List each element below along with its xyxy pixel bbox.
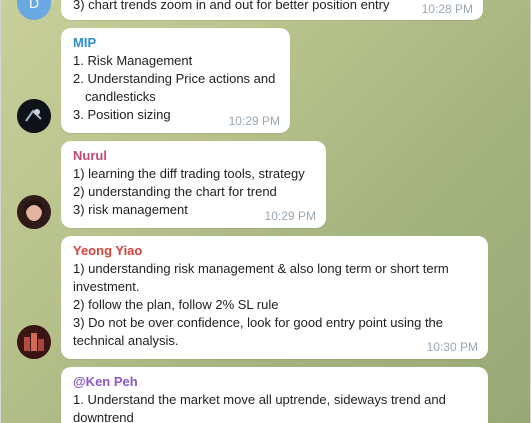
message-line: 2. Understanding Price actions and — [73, 71, 276, 86]
message-line: technical analysis. — [73, 333, 179, 348]
avatar[interactable] — [17, 325, 51, 359]
avatar-image-icon — [17, 195, 51, 229]
sender-name: @Ken Peh — [73, 374, 138, 389]
message-line: 3) chart trends zoom in and out for bett… — [73, 0, 390, 12]
chat-message-list: D 3) chart trends zoom in and out for be… — [1, 0, 531, 423]
message-line: 1) learning the diff trading tools, stra… — [73, 166, 305, 181]
message-line: 1. Risk Management — [73, 53, 193, 68]
avatar[interactable]: D — [17, 0, 51, 20]
sender-name: MIP — [73, 35, 97, 50]
avatar-letter: D — [28, 0, 40, 11]
avatar-image-icon — [17, 99, 51, 133]
avatar[interactable] — [17, 99, 51, 133]
message-bubble[interactable]: @Ken Peh 1. Understand the market move a… — [61, 367, 488, 423]
message-line: 2) follow the plan, follow 2% SL rule — [73, 297, 279, 312]
message-line: 1. Understand the market move all uptren… — [73, 392, 446, 407]
message-line: 2) understanding the chart for trend — [73, 184, 277, 199]
message-bubble[interactable]: Yeong Yiao 1) understanding risk managem… — [61, 236, 488, 359]
message-timestamp: 10:29 PM — [228, 114, 280, 128]
message-line: 3) Do not be over confidence, look for g… — [73, 315, 444, 330]
message-timestamp: 10:28 PM — [421, 2, 473, 16]
message-bubble[interactable]: MIP 1. Risk Management 2. Understanding … — [61, 28, 290, 133]
avatar-image-icon — [17, 325, 51, 359]
message-bubble[interactable]: 3) chart trends zoom in and out for bett… — [61, 0, 483, 20]
sender-name: Yeong Yiao — [73, 243, 143, 258]
message-timestamp: 10:30 PM — [426, 340, 478, 354]
message-line: downtrend — [73, 410, 134, 423]
message-timestamp: 10:29 PM — [264, 209, 316, 223]
message-bubble[interactable]: Nurul 1) learning the diff trading tools… — [61, 141, 326, 228]
message-line: investment. — [73, 279, 140, 294]
sender-name: Nurul — [73, 148, 107, 163]
avatar[interactable] — [17, 195, 51, 229]
message-line: 1) understanding risk management & also … — [73, 261, 449, 276]
message-line: candlesticks — [85, 89, 156, 104]
